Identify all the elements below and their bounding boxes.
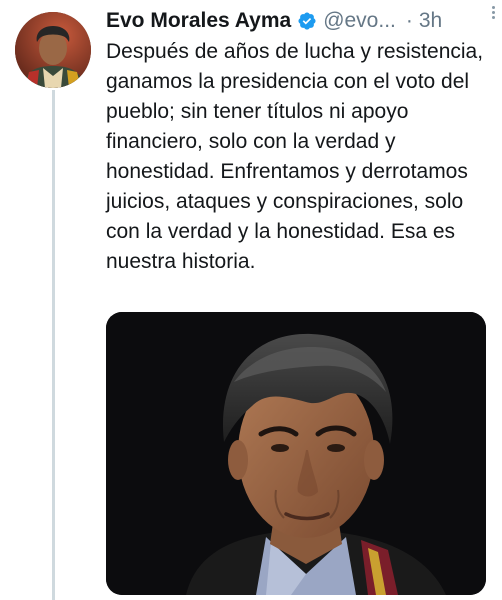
author-name[interactable]: Evo Morales Ayma bbox=[106, 9, 291, 33]
thread-line bbox=[52, 90, 55, 600]
avatar-photo bbox=[15, 12, 91, 88]
avatar[interactable] bbox=[15, 12, 91, 88]
timestamp[interactable]: 3h bbox=[419, 9, 442, 33]
tweet-text: Después de años de lucha y resistencia, … bbox=[106, 40, 484, 273]
more-options-icon[interactable] bbox=[488, 4, 498, 24]
tweet-image[interactable] bbox=[106, 312, 486, 595]
tweet-header: Evo Morales Ayma @evo... · 3h bbox=[106, 6, 490, 36]
portrait-photo bbox=[106, 312, 486, 595]
verified-badge-icon bbox=[298, 12, 316, 30]
separator-dot: · bbox=[405, 9, 413, 32]
author-handle[interactable]: @evo... bbox=[323, 9, 396, 33]
tweet[interactable]: Evo Morales Ayma @evo... · 3h Después de… bbox=[0, 0, 502, 600]
